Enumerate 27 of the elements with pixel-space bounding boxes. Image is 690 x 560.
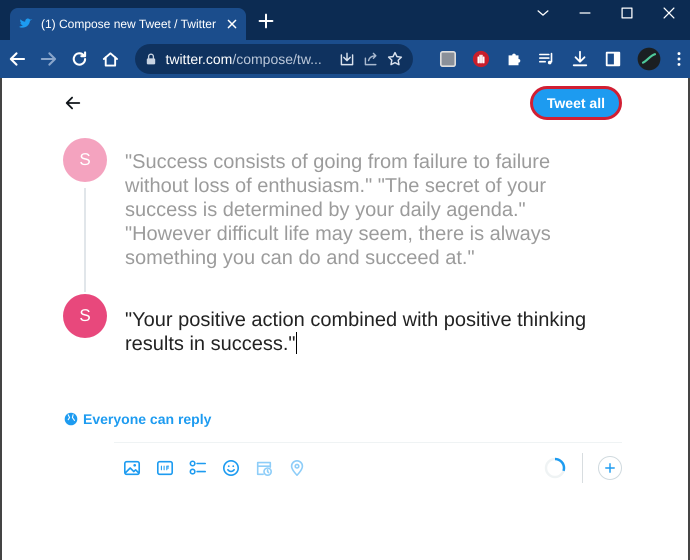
character-count-ring — [543, 456, 567, 480]
download-icon[interactable] — [570, 50, 589, 68]
emoji-icon[interactable] — [222, 459, 240, 477]
image-icon[interactable] — [123, 459, 141, 477]
tweet-text: "Success consists of going from failure to failure without loss of enthusiasm." "The secret of your success is determined by your daily agenda." "However difficult life may seem, there is always something you can do and succeed at." — [125, 150, 552, 271]
side-panel-icon[interactable] — [604, 50, 622, 68]
profile-avatar-icon[interactable] — [636, 47, 661, 71]
close-icon[interactable] — [662, 6, 676, 20]
install-icon[interactable] — [338, 51, 355, 67]
plus-icon — [604, 462, 616, 474]
browser-tab[interactable]: (1) Compose new Tweet / Twitter — [10, 8, 246, 40]
avatar: S — [63, 138, 107, 182]
address-bar[interactable]: twitter.com/compose/tw... — [135, 44, 413, 74]
lock-icon — [145, 52, 158, 66]
tweet-input[interactable]: "Your positive action combined with positive thinking results in success." — [125, 308, 610, 356]
poll-icon[interactable] — [189, 459, 207, 477]
share-icon[interactable] — [362, 51, 379, 67]
maximize-icon[interactable] — [620, 6, 634, 20]
close-icon[interactable] — [226, 18, 238, 30]
avatar: S — [63, 294, 107, 338]
star-icon[interactable] — [386, 51, 403, 67]
menu-icon[interactable] — [676, 50, 682, 68]
gif-icon[interactable] — [156, 459, 174, 477]
new-tab-icon[interactable] — [258, 13, 274, 29]
tab-title: (1) Compose new Tweet / Twitter — [41, 17, 217, 31]
add-tweet-button[interactable] — [598, 456, 622, 480]
back-icon[interactable] — [64, 94, 82, 112]
